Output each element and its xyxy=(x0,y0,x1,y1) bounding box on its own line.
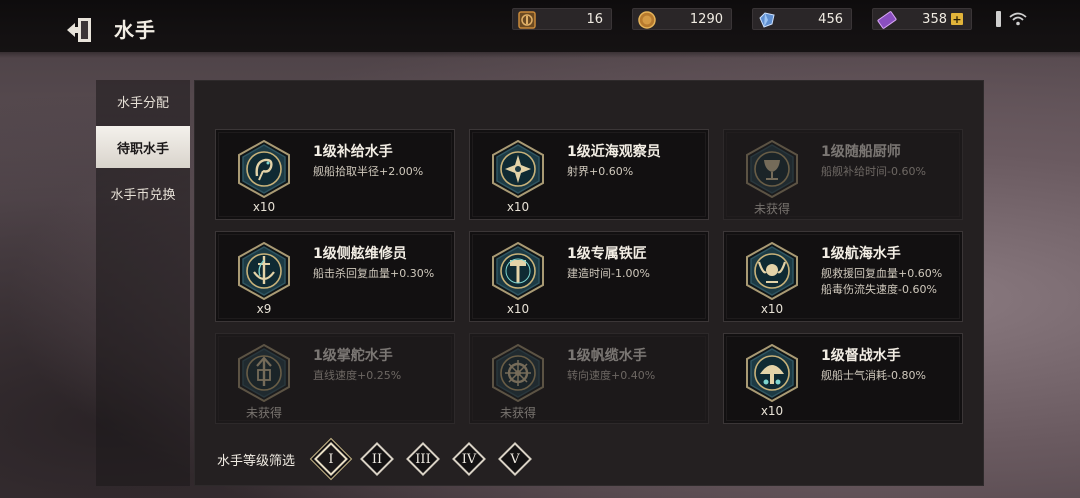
sailor-name: 1级近海观察员 xyxy=(567,144,661,160)
resource-crystal[interactable]: 456 xyxy=(752,8,852,30)
battery-icon xyxy=(996,11,1001,27)
not-obtained-label: 未获得 xyxy=(499,406,536,420)
level-label: III xyxy=(415,451,431,467)
sailor-card[interactable]: x10 1级督战水手舰船士气消耗-0.80% xyxy=(723,333,963,424)
serpent-icon xyxy=(237,139,291,199)
sailor-name: 1级航海水手 xyxy=(821,246,901,262)
tab-sailor-coin-exchange[interactable]: 水手币兑换 xyxy=(96,172,190,214)
sailor-card[interactable]: 未获得 1级随船厨师船舰补给时间-0.60% xyxy=(723,129,963,220)
top-bar-edge xyxy=(0,40,1080,58)
sailor-count: x10 xyxy=(760,302,784,316)
sailor-effect: 船击杀回复血量+0.30% xyxy=(313,267,435,280)
sailor-card[interactable]: x10 1级补给水手舰船拾取半径+2.00% xyxy=(215,129,455,220)
exit-door-icon xyxy=(67,18,91,42)
sailor-effect: 射界+0.60% xyxy=(567,165,634,178)
level-label: I xyxy=(328,451,334,467)
not-obtained-label: 未获得 xyxy=(245,406,282,420)
coin-icon xyxy=(638,11,656,29)
sailor-card[interactable]: x10 1级专属铁匠 建造时间-1.00% xyxy=(469,231,709,322)
sailor-name: 1级帆缆水手 xyxy=(567,348,647,364)
tab-label: 水手分配 xyxy=(116,95,169,111)
sailor-name: 1级随船厨师 xyxy=(821,144,901,160)
hammer-icon xyxy=(491,241,545,301)
sailor-count: x9 xyxy=(256,302,272,316)
sailor-name: 1级补给水手 xyxy=(313,144,393,160)
mushroom-orb-icon xyxy=(745,343,799,403)
sailor-card[interactable]: x10 1级近海观察员 射界+0.60% xyxy=(469,129,709,220)
wheel-icon xyxy=(491,343,545,403)
sailor-card[interactable]: x9 1级侧舷维修员船击杀回复血量+0.30% xyxy=(215,231,455,322)
sailor-count: x10 xyxy=(760,404,784,418)
medal-icon xyxy=(518,11,536,29)
sailor-effect: 舰船士气消耗-0.80% xyxy=(821,369,926,382)
sailor-effect-secondary: 船毒伤流失速度-0.60% xyxy=(821,283,937,296)
device-status xyxy=(996,11,1027,27)
wifi-icon xyxy=(1009,12,1027,26)
level-label: IV xyxy=(461,451,477,467)
tab-sailor-assignment[interactable]: 水手分配 xyxy=(96,80,190,122)
not-obtained-label: 未获得 xyxy=(753,202,790,216)
level-filter-2[interactable]: II xyxy=(360,442,394,476)
resource-medal[interactable]: 16 xyxy=(512,8,612,30)
back-exit-button[interactable] xyxy=(64,14,96,46)
sailor-panel: x5x10x10x101级补给水手舰船拾取半径+2.00%x101级近海观察员射… xyxy=(194,80,984,486)
sailor-effect: 转向速度+0.40% xyxy=(567,369,656,382)
sailor-card[interactable]: 未获得 1级掌舵水手 直线速度+0.25% xyxy=(215,333,455,424)
sailor-count: x10 xyxy=(506,302,530,316)
sailor-name: 1级督战水手 xyxy=(821,348,901,364)
crystal-icon xyxy=(759,12,775,28)
sailor-name: 1级专属铁匠 xyxy=(567,246,647,262)
resource-coin-value: 1290 xyxy=(689,11,723,27)
add-ticket-button[interactable]: + xyxy=(951,13,963,25)
sailor-effect: 建造时间-1.00% xyxy=(567,267,650,280)
level-filter-5[interactable]: V xyxy=(498,442,532,476)
star-compass-icon xyxy=(491,139,545,199)
sidebar-tabs: 水手分配 待职水手 水手币兑换 xyxy=(96,80,190,486)
sailor-card[interactable]: 未获得 1级帆缆水手 转向速度+0.40% xyxy=(469,333,709,424)
sailor-effect: 船舰补给时间-0.60% xyxy=(821,165,926,178)
tab-standby-sailors[interactable]: 待职水手 xyxy=(96,126,190,168)
ticket-icon xyxy=(877,11,897,29)
resource-medal-value: 16 xyxy=(586,11,603,27)
winged-orb-icon xyxy=(745,241,799,301)
sailor-effect: 直线速度+0.25% xyxy=(313,369,402,382)
anchor-wing-icon xyxy=(237,241,291,301)
sailor-grid[interactable]: x5x10x10x101级补给水手舰船拾取半径+2.00%x101级近海观察员射… xyxy=(195,93,985,425)
page-title: 水手 xyxy=(114,18,156,42)
resource-crystal-value: 456 xyxy=(818,11,843,27)
sailor-effect: 舰救援回复血量+0.60% xyxy=(821,267,943,280)
tab-label: 待职水手 xyxy=(116,141,169,157)
sailor-name: 1级侧舷维修员 xyxy=(313,246,407,262)
sailor-effect: 舰船拾取半径+2.00% xyxy=(313,165,424,178)
sailor-count: x10 xyxy=(506,200,530,214)
level-filter-3[interactable]: III xyxy=(406,442,440,476)
sailor-count: x10 xyxy=(252,200,276,214)
level-filter-4[interactable]: IV xyxy=(452,442,486,476)
sailor-name: 1级掌舵水手 xyxy=(313,348,393,364)
resource-ticket-value: 358 xyxy=(922,11,947,27)
helm-arrow-icon xyxy=(237,343,291,403)
level-label: II xyxy=(371,451,383,467)
level-label: V xyxy=(510,451,520,467)
level-filter-1[interactable]: I xyxy=(314,442,348,476)
sailor-card[interactable]: x10 1级航海水手舰救援回复血量+0.60% 船毒伤流失速度-0.60% xyxy=(723,231,963,322)
resource-ticket[interactable]: 358 + xyxy=(872,8,972,30)
chalice-icon xyxy=(745,139,799,199)
level-filter-label: 水手等级筛选 xyxy=(217,454,296,469)
tab-label: 水手币兑换 xyxy=(110,187,176,203)
resource-coin[interactable]: 1290 xyxy=(632,8,732,30)
